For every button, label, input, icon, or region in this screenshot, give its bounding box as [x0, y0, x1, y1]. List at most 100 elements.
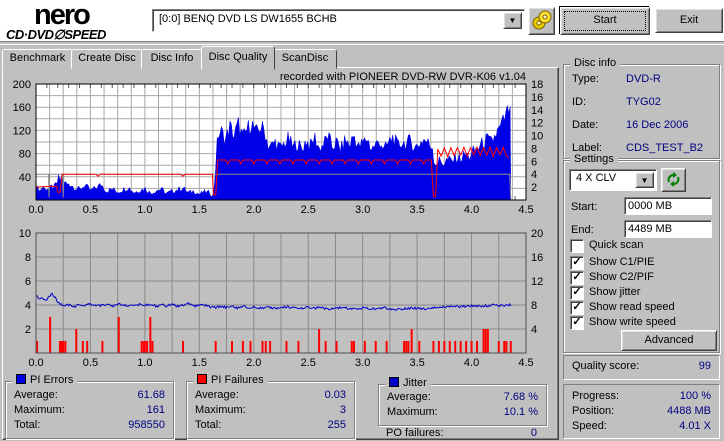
toolkit-button[interactable] [528, 7, 555, 35]
quality-score-value: 99 [698, 360, 711, 372]
start-position-input[interactable] [624, 197, 712, 215]
nero-logo: nero CD·DVD∅SPEED [4, 1, 134, 43]
scan-speed-select[interactable]: 4 X CLV ▼ [569, 169, 657, 191]
checkbox-label: Show C1/PIE [589, 256, 655, 268]
tab-create-disc[interactable]: Create Disc [71, 49, 143, 69]
svg-text:2: 2 [25, 324, 31, 336]
tab-benchmark[interactable]: Benchmark [2, 49, 73, 69]
checkbox-row-show-c2-pif[interactable]: ✓ Show C2/PIF [564, 271, 719, 285]
checkbox-row-show-write-speed[interactable]: ✓ Show write speed [564, 316, 719, 330]
svg-text:2.0: 2.0 [246, 204, 261, 216]
start-position-label: Start: [571, 201, 598, 213]
progress-box: Progress: 100 % Position: 4488 MB Speed: 4.… [563, 384, 720, 439]
disc-id-value: TYG02 [626, 96, 661, 108]
stat-value: 61.68 [137, 389, 165, 401]
svg-text:4: 4 [531, 324, 537, 336]
svg-text:8: 8 [531, 300, 537, 312]
svg-text:20: 20 [531, 228, 543, 240]
svg-text:3.0: 3.0 [355, 204, 370, 216]
disc-type-value: DVD-R [626, 73, 661, 85]
svg-text:4.0: 4.0 [464, 357, 479, 369]
svg-text:16: 16 [531, 252, 543, 264]
speed-value: 4.01 X [679, 420, 711, 432]
speed-label: Speed: [572, 420, 607, 432]
svg-text:12: 12 [531, 276, 543, 288]
progress-label: Progress: [572, 390, 620, 402]
svg-text:6: 6 [25, 276, 31, 288]
pi-errors-box: PI Errors Average: 61.68 Maximum: 161 Tota… [5, 374, 174, 439]
svg-text:4.0: 4.0 [464, 204, 479, 216]
show-read-speed-checkbox[interactable]: ✓ [570, 301, 584, 315]
refresh-button[interactable] [661, 168, 686, 192]
stat-label: Maximum: [14, 404, 65, 416]
checkbox-row-quick-scan[interactable]: Quick scan [564, 239, 719, 253]
drive-select-value: [0:0] BENQ DVD LS DW1655 BCHB [159, 13, 337, 25]
disc-info-label: Date: [572, 119, 599, 131]
stat-label: Total: [14, 419, 41, 431]
stat-value: 255 [327, 419, 346, 431]
disc-date-value: 16 Dec 2006 [626, 119, 689, 131]
checkbox-row-show-jitter[interactable]: ✓ Show jitter [564, 286, 719, 300]
drive-select[interactable]: [0:0] BENQ DVD LS DW1655 BCHB ▼ [152, 9, 525, 32]
po-failures-row: PO failures: 0 [378, 427, 545, 441]
svg-text:0.0: 0.0 [28, 204, 43, 216]
disc-info-title: Disc info [570, 57, 621, 69]
exit-button[interactable]: Exit [655, 8, 723, 33]
svg-text:1.0: 1.0 [137, 204, 152, 216]
focus-rect [564, 11, 646, 31]
position-value: 4488 MB [666, 405, 711, 417]
stat-value: 0.03 [324, 389, 346, 401]
svg-text:1.0: 1.0 [137, 357, 152, 369]
stat-label: Maximum: [387, 406, 438, 418]
quick-scan-checkbox[interactable] [570, 239, 584, 253]
show-c1-pie-checkbox[interactable]: ✓ [570, 256, 584, 270]
po-failures-label: PO failures: [386, 427, 444, 439]
stat-value: 10.1 % [503, 406, 538, 418]
scan-speed-value: 4 X CLV [576, 172, 617, 184]
checkbox-row-show-read-speed[interactable]: ✓ Show read speed [564, 301, 719, 315]
advanced-button[interactable]: Advanced [621, 330, 717, 351]
stat-value: 7.68 % [503, 391, 538, 403]
stat-value: 161 [146, 404, 165, 416]
svg-text:40: 40 [19, 172, 31, 184]
pi-failures-title: PI Failures [211, 374, 264, 386]
stat-label: Average: [387, 391, 431, 403]
chevron-down-icon[interactable]: ▼ [503, 12, 522, 29]
show-write-speed-checkbox[interactable]: ✓ [570, 316, 584, 330]
progress-value: 100 % [679, 390, 711, 402]
stat-label: Maximum: [195, 404, 246, 416]
toolbar: nero CD·DVD∅SPEED [0:0] BENQ DVD LS DW16… [0, 0, 724, 43]
start-button[interactable]: Start [559, 6, 650, 35]
tab-disc-quality[interactable]: Disc Quality [201, 46, 275, 70]
checkbox-label: Show C2/PIF [589, 271, 654, 283]
svg-text:4: 4 [25, 300, 31, 312]
end-position-input[interactable] [624, 220, 712, 238]
tab-disc-info[interactable]: Disc Info [141, 49, 203, 69]
stat-value: 958550 [128, 419, 165, 431]
tab-scandisc[interactable]: ScanDisc [273, 49, 337, 69]
disc-quality-charts: 4080120160200246810121416180.0 0.5 1.0 1.5 2… [13, 79, 544, 369]
disc-info-label: Type: [572, 73, 599, 85]
checkbox-label: Show jitter [589, 286, 641, 298]
svg-text:4.5: 4.5 [518, 204, 533, 216]
chevron-down-icon[interactable]: ▼ [635, 172, 654, 188]
pi-errors-legend-icon [16, 374, 26, 384]
svg-text:1.5: 1.5 [192, 357, 207, 369]
svg-text:1.5: 1.5 [192, 204, 207, 216]
toolbar-separator [0, 41, 724, 45]
svg-text:2: 2 [531, 182, 537, 194]
end-position-label: End: [571, 224, 594, 236]
svg-text:3.5: 3.5 [409, 357, 424, 369]
svg-text:3.5: 3.5 [409, 204, 424, 216]
svg-text:2.5: 2.5 [301, 204, 316, 216]
advanced-button-label: Advanced [644, 334, 694, 346]
refresh-icon [667, 172, 680, 187]
svg-text:18: 18 [531, 79, 543, 91]
show-jitter-checkbox[interactable]: ✓ [570, 286, 584, 300]
svg-text:10: 10 [531, 131, 543, 143]
svg-text:3.0: 3.0 [355, 357, 370, 369]
checkbox-row-show-c1-pie[interactable]: ✓ Show C1/PIE [564, 256, 719, 270]
discs-icon [532, 10, 552, 30]
svg-text:160: 160 [13, 102, 31, 114]
show-c2-pif-checkbox[interactable]: ✓ [570, 271, 584, 285]
